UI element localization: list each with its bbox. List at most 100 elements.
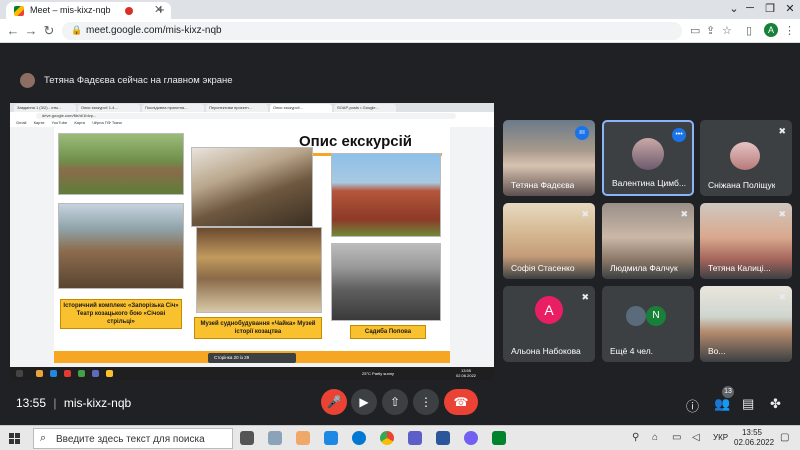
- minimize-icon[interactable]: ─: [742, 2, 758, 14]
- meet-control-bar: 13:55 | mis-kixz-nqb 🎤 ▶ ⇧ ⋮ ☎ ⓘ 13 👥 ▤ …: [0, 381, 800, 425]
- shared-page-indicator: Сторінка 20 із 29: [208, 353, 296, 363]
- more-participants-tile[interactable]: N Ещё 4 чел.: [602, 286, 694, 362]
- browser-tab-meet[interactable]: Meet – mis-kixz-nqb ✕: [6, 2, 171, 19]
- people-tray-icon[interactable]: ⚲: [632, 432, 639, 443]
- task-view-icon[interactable]: [240, 431, 254, 445]
- photo-boat-museum: [191, 147, 313, 227]
- mic-off-icon: ✖: [581, 292, 589, 302]
- shared-start-icon: [16, 370, 23, 377]
- shared-bookmark: Чёрна ПФ Ткачк: [92, 120, 122, 125]
- search-placeholder: Введите здесь текст для поиска: [56, 434, 205, 445]
- meeting-clock: 13:55: [16, 396, 47, 410]
- chat-icon[interactable]: ▤: [742, 396, 754, 412]
- tab-search-icon[interactable]: ⌄: [726, 2, 742, 15]
- participant-tile[interactable]: ✖ Во...: [700, 286, 792, 362]
- meet-app-icon[interactable]: [492, 431, 506, 445]
- participant-avatar: N: [646, 306, 666, 326]
- present-now-button[interactable]: ⇧: [382, 389, 408, 415]
- shared-app-icon: [64, 370, 71, 377]
- profile-avatar[interactable]: A: [764, 23, 778, 37]
- notifications-icon[interactable]: ▢: [780, 432, 789, 443]
- mic-off-icon: ✖: [778, 126, 786, 136]
- side-panel-icon[interactable]: ▯: [746, 24, 752, 37]
- caption-sadyba: Садиба Попова: [350, 325, 426, 339]
- participant-name: Альона Набокова: [511, 346, 581, 356]
- shared-tab: Завдання 1 (3/2) - отм...: [14, 104, 76, 112]
- mic-off-icon: ✖: [778, 209, 786, 219]
- shared-app-icon: [92, 370, 99, 377]
- presenter-banner-text: Тетяна Фадєєва сейчас на главном экране: [44, 75, 233, 86]
- shared-bookmark: YouTube: [51, 120, 68, 125]
- shared-screen[interactable]: Завдання 1 (3/2) - отм... Опис екскурсії…: [10, 103, 494, 380]
- more-options-icon[interactable]: •••: [672, 128, 686, 142]
- reload-icon[interactable]: ↻: [42, 23, 56, 39]
- share-icon[interactable]: ⇪: [706, 24, 715, 37]
- shared-tab-active: Опис екскурсії...: [270, 104, 332, 112]
- restore-icon[interactable]: ❐: [762, 2, 778, 15]
- windows-taskbar: ⌕ Введите здесь текст для поиска ⚲ ⌂ ▭ ◁…: [0, 425, 800, 450]
- word-icon[interactable]: [436, 431, 450, 445]
- viber-icon[interactable]: [464, 431, 478, 445]
- search-icon: ⌕: [40, 432, 47, 444]
- chrome-icon[interactable]: [380, 431, 394, 445]
- participant-tile[interactable]: ✖ Сніжана Поліщук: [700, 120, 792, 196]
- camera-permission-icon[interactable]: ▭: [690, 24, 700, 37]
- leave-call-button[interactable]: ☎: [444, 389, 478, 415]
- taskbar-clock[interactable]: 13:55 02.06.2022: [734, 428, 775, 448]
- network-icon[interactable]: ⌂: [652, 432, 658, 443]
- participant-name: Во...: [708, 346, 726, 356]
- participant-name: Тетяна Калиці...: [708, 263, 771, 273]
- photo-cossack-show: [58, 203, 184, 289]
- participant-tile[interactable]: ••• Валентина Цимб...: [602, 120, 694, 196]
- volume-icon[interactable]: ◁: [692, 432, 700, 443]
- app-icon[interactable]: [296, 431, 310, 445]
- windows-start-icon[interactable]: [9, 433, 20, 444]
- shared-bookmark: Карти: [33, 120, 45, 125]
- forward-icon[interactable]: →: [24, 23, 38, 38]
- edge-icon[interactable]: [352, 431, 366, 445]
- people-icon[interactable]: 👥: [714, 396, 730, 412]
- teams-icon[interactable]: [408, 431, 422, 445]
- app-icon[interactable]: [324, 431, 338, 445]
- mic-toggle-button[interactable]: 🎤: [321, 389, 347, 415]
- app-icon[interactable]: [268, 431, 282, 445]
- participant-name: Людмила Фалчук: [610, 263, 678, 273]
- close-window-icon[interactable]: ✕: [782, 2, 798, 15]
- more-options-button[interactable]: ⋮: [413, 389, 439, 415]
- browser-tab-strip: Meet – mis-kixz-nqb ✕ + ⌄ ─ ❐ ✕: [0, 0, 800, 19]
- battery-icon[interactable]: ▭: [672, 432, 681, 443]
- chrome-menu-icon[interactable]: ⋮: [784, 24, 795, 37]
- shared-weather: 25°C Partly sunny: [362, 371, 395, 376]
- taskbar-date: 02.06.2022: [734, 438, 775, 447]
- shared-bookmark: Карта: [74, 120, 86, 125]
- browser-toolbar: ← → ↻ 🔒 meet.google.com/mis-kixz-nqb ▭ ⇪…: [0, 19, 800, 43]
- mic-off-icon: ✖: [680, 209, 688, 219]
- shared-address-bar: drive.google.com/file/d/1bIvp...: [36, 113, 456, 119]
- bookmark-star-icon[interactable]: ☆: [722, 24, 732, 37]
- camera-toggle-button[interactable]: ▶: [351, 389, 377, 415]
- info-icon[interactable]: ⓘ: [686, 396, 699, 415]
- taskbar-search-box[interactable]: ⌕ Введите здесь текст для поиска: [33, 428, 233, 449]
- participant-tile[interactable]: А ✖ Альона Набокова: [503, 286, 595, 362]
- participant-tile[interactable]: ✖ Людмила Фалчук: [602, 203, 694, 279]
- shared-app-icon: [106, 370, 113, 377]
- presenter-banner: Тетяна Фадєєва сейчас на главном экране: [12, 72, 788, 90]
- shared-tab: Опис екскурсії 1-4...: [78, 104, 140, 112]
- speaking-indicator-icon: ııı: [575, 126, 589, 140]
- address-bar[interactable]: 🔒 meet.google.com/mis-kixz-nqb: [62, 22, 682, 40]
- participant-name: Валентина Цимб...: [612, 178, 686, 188]
- caption-museum: Музей суднобудування «Чайка» Музей істор…: [194, 317, 322, 339]
- input-language[interactable]: УКР: [713, 433, 728, 442]
- participant-tile[interactable]: ııı Тетяна Фадєєва: [503, 120, 595, 196]
- new-tab-icon[interactable]: +: [157, 2, 165, 17]
- tab-title: Meet – mis-kixz-nqb: [30, 5, 111, 15]
- presenter-avatar: [20, 73, 35, 88]
- more-participants-label: Ещё 4 чел.: [610, 346, 654, 356]
- activities-icon[interactable]: ✤: [770, 396, 781, 412]
- photo-museum-exhibits: [196, 227, 322, 313]
- participant-tile[interactable]: ✖ Тетяна Калиці...: [700, 203, 792, 279]
- mic-off-icon: ✖: [581, 209, 589, 219]
- back-icon[interactable]: ←: [6, 23, 20, 38]
- shared-clock: 13:55 02.06.2022: [456, 368, 476, 378]
- participant-tile[interactable]: ✖ Софія Стасенко: [503, 203, 595, 279]
